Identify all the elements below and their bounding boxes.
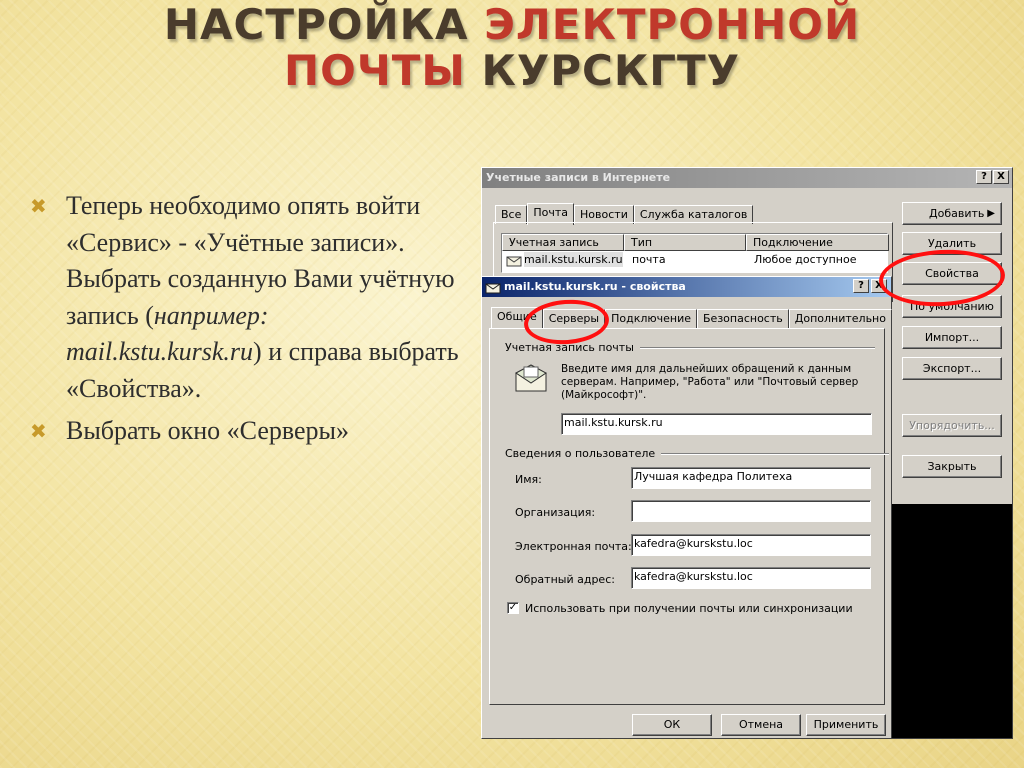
bullet-x-icon: ✖ bbox=[30, 194, 47, 218]
properties-dialog: mail.kstu.kursk.ru - свойства ? X Общие … bbox=[481, 276, 892, 739]
reply-address-field[interactable]: kafedra@kurskstu.loc bbox=[631, 567, 871, 589]
accounts-tabs: Все Почта Новости Служба каталогов bbox=[495, 202, 754, 225]
title-part-3: ПОЧТЫ bbox=[283, 46, 466, 95]
group-user-label: Сведения о пользователе bbox=[505, 447, 656, 460]
group-account-label: Учетная запись почты bbox=[505, 341, 634, 354]
reply-label: Обратный адрес: bbox=[515, 573, 615, 586]
properties-title: mail.kstu.kursk.ru - свойства bbox=[504, 280, 686, 293]
properties-tabs: Общие Серверы Подключение Безопасность Д… bbox=[491, 306, 892, 329]
close-button[interactable]: X bbox=[871, 279, 887, 293]
accounts-titlebar: Учетные записи в Интернете ? X bbox=[482, 168, 1012, 188]
sync-checkbox-label: Использовать при получении почты или син… bbox=[525, 602, 853, 615]
group-divider bbox=[661, 452, 890, 455]
bullet-item-1: ✖ Теперь необходимо опять войти «Сервис»… bbox=[30, 188, 470, 407]
account-name-field[interactable]: mail.kstu.kursk.ru bbox=[561, 413, 872, 435]
ok-button[interactable]: ОК bbox=[632, 714, 712, 736]
apply-button[interactable]: Применить bbox=[806, 714, 886, 736]
delete-button[interactable]: Удалить bbox=[902, 232, 1002, 255]
close-button[interactable]: X bbox=[993, 170, 1009, 184]
properties-button[interactable]: Свойства bbox=[902, 262, 1002, 285]
list-item[interactable]: mail.kstu.kursk.ru почта Любое доступное bbox=[502, 252, 889, 269]
tab-advanced[interactable]: Дополнительно bbox=[788, 309, 892, 328]
general-tab-panel: Учетная запись почты Введите имя для дал… bbox=[489, 328, 890, 705]
tab-security[interactable]: Безопасность bbox=[697, 309, 789, 328]
email-field[interactable]: kafedra@kurskstu.loc bbox=[631, 534, 871, 556]
tab-general[interactable]: Общие bbox=[491, 307, 543, 329]
close-dialog-button[interactable]: Закрыть bbox=[902, 455, 1002, 478]
email-label: Электронная почта: bbox=[515, 540, 632, 553]
group-account-header: Учетная запись почты bbox=[505, 341, 875, 354]
bullet-item-2: ✖ Выбрать окно «Серверы» bbox=[30, 413, 470, 450]
title-part-1: НАСТРОЙКА bbox=[163, 0, 485, 49]
help-button[interactable]: ? bbox=[853, 279, 869, 293]
account-hint: Введите имя для дальнейших обращений к д… bbox=[561, 363, 859, 401]
column-connection[interactable]: Подключение bbox=[746, 234, 889, 251]
name-field[interactable]: Лучшая кафедра Политеха bbox=[631, 467, 871, 489]
arrow-right-icon: ▶ bbox=[987, 208, 995, 219]
group-user-header: Сведения о пользователе bbox=[505, 447, 890, 460]
properties-titlebar: mail.kstu.kursk.ru - свойства ? X bbox=[482, 277, 891, 297]
bullet-x-icon: ✖ bbox=[30, 419, 47, 443]
account-name-cell: mail.kstu.kursk.ru bbox=[524, 252, 623, 267]
add-button[interactable]: Добавить ▶ bbox=[902, 202, 1002, 225]
cancel-button[interactable]: Отмена bbox=[721, 714, 801, 736]
add-label: Добавить bbox=[929, 207, 985, 220]
title-part-2: ЭЛЕКТРОННОЙ bbox=[484, 0, 861, 49]
order-button[interactable]: Упорядочить... bbox=[902, 414, 1002, 437]
account-connection-cell: Любое доступное bbox=[754, 253, 857, 266]
tab-servers[interactable]: Серверы bbox=[542, 309, 606, 328]
mail-account-icon bbox=[485, 283, 501, 294]
tab-connection[interactable]: Подключение bbox=[605, 309, 698, 328]
column-account[interactable]: Учетная запись bbox=[502, 234, 624, 251]
column-type[interactable]: Тип bbox=[624, 234, 746, 251]
account-type-cell: почта bbox=[632, 253, 666, 266]
title-part-4: КУРСКГТУ bbox=[465, 46, 741, 95]
accounts-list[interactable]: Учетная запись Тип Подключение mail.kstu… bbox=[501, 233, 889, 273]
group-divider bbox=[639, 346, 875, 349]
accounts-title: Учетные записи в Интернете bbox=[486, 171, 671, 184]
bullet-2-text: Выбрать окно «Серверы» bbox=[66, 416, 350, 445]
name-label: Имя: bbox=[515, 473, 542, 486]
sync-checkbox[interactable]: ✓ bbox=[507, 602, 519, 614]
set-default-button[interactable]: По умолчанию bbox=[902, 295, 1002, 318]
help-button[interactable]: ? bbox=[976, 170, 992, 184]
mail-account-icon bbox=[506, 256, 522, 267]
organization-label: Организация: bbox=[515, 506, 596, 519]
background-dark-area bbox=[892, 504, 1012, 738]
slide-title: НАСТРОЙКА ЭЛЕКТРОННОЙ ПОЧТЫ КУРСКГТУ bbox=[0, 2, 1024, 94]
import-button[interactable]: Импорт... bbox=[902, 326, 1002, 349]
organization-field[interactable] bbox=[631, 500, 871, 522]
bullet-list: ✖ Теперь необходимо опять войти «Сервис»… bbox=[30, 188, 470, 456]
mail-account-icon bbox=[515, 364, 547, 392]
export-button[interactable]: Экспорт... bbox=[902, 357, 1002, 380]
